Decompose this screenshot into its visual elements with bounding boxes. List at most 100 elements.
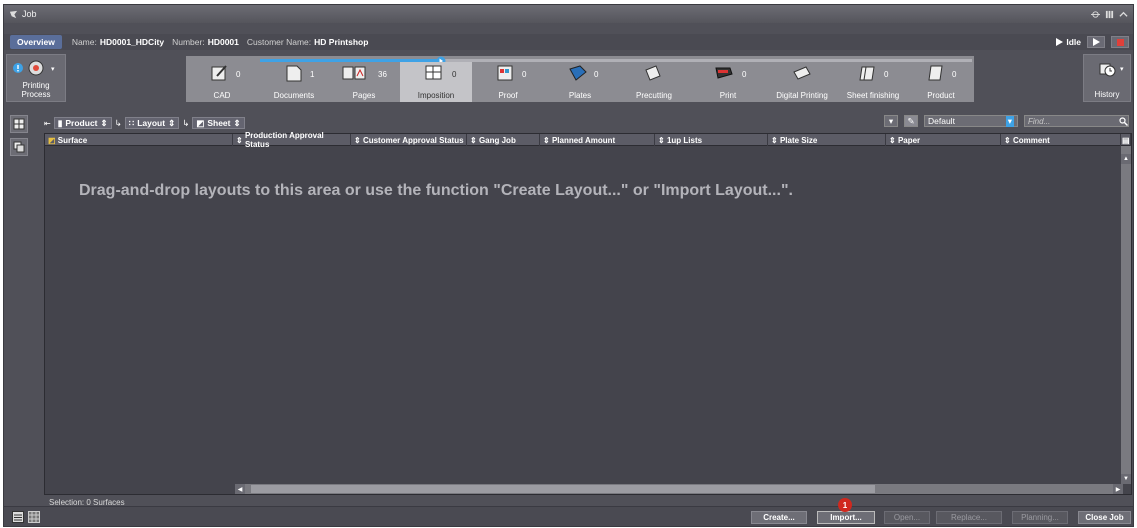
title-bar: Job [4,5,1133,23]
scroll-up-icon[interactable]: ▲ [1121,154,1131,164]
step-plates[interactable]: 0 Plates [544,62,616,102]
column-label: Plate Size [779,135,818,145]
group-sheet[interactable]: ◩ Sheet ⇕ [192,117,245,129]
column-header-plate-size[interactable]: ⇕ Plate Size [768,134,886,146]
step-count: 1 [310,70,315,79]
step-label: Precutting [635,91,673,100]
step-label: Proof [498,91,518,100]
sort-arrows-icon: ⇕ [470,135,477,145]
filter-edit-button[interactable]: ✎ [904,115,918,127]
sort-arrows-icon: ⇕ [771,135,778,145]
column-label: Planned Amount [551,135,616,145]
customer-label: Customer Name: [246,37,312,47]
replace-button[interactable]: Replace... [936,511,1002,524]
sort-arrows-icon: ⇕ [236,135,243,145]
stop-icon [1116,38,1124,46]
step-digital-printing[interactable]: Digital Printing [766,62,838,102]
column-header-1up-lists[interactable]: ⇕ 1up Lists [655,134,768,146]
history-icon [1099,63,1116,77]
name-label: Name: [71,37,97,47]
start-button[interactable] [1087,36,1105,48]
empty-table-message: Drag-and-drop layouts to this area or us… [79,182,793,199]
step-cad[interactable]: 0 CAD [186,62,258,102]
horizontal-scrollbar[interactable]: ◀ ▶ [235,484,1123,494]
filter-dropdown-button[interactable]: ▾ [884,115,898,127]
column-header-surface[interactable]: ◩ Surface [45,134,233,146]
job-name-value: HD0001_HDCity [99,37,165,47]
network-icon[interactable] [1091,10,1100,19]
group-layout[interactable]: ∷ Layout ⇕ [124,117,180,129]
step-label: Product [927,91,955,100]
scroll-left-icon[interactable]: ◀ [235,484,245,494]
column-header-paper[interactable]: ⇕ Paper [886,134,1001,146]
workflow-steps: 0 CAD 1 Documents 36 Pages 0 Imposition … [186,56,974,102]
horizontal-scroll-thumb[interactable] [251,485,875,493]
create-button[interactable]: Create... [751,511,807,524]
column-label: Surface [57,135,88,145]
filter-bar: ▾ ✎ Default ▾ Find... [884,115,1129,127]
dropdown-arrow-icon: ▾ [1120,66,1124,73]
column-chooser-button[interactable]: ▤ [1121,134,1131,146]
open-button[interactable]: Open... [884,511,930,524]
window-title: Job [22,9,37,19]
layout-view-icon [13,141,25,153]
sort-arrows-icon: ⇕ [233,117,241,128]
history-button[interactable]: ▾ History [1083,54,1131,102]
step-sheet-finishing[interactable]: 0 Sheet finishing [840,62,906,102]
find-input[interactable]: Find... [1024,115,1129,127]
info-icon [13,63,23,73]
column-header-production-approval[interactable]: ⇕ Production Approval Status [233,131,351,149]
left-toolbar [10,115,30,161]
layout-view-button[interactable] [10,138,28,156]
sort-arrows-icon: ⇕ [168,117,176,128]
columns-icon[interactable] [1105,10,1114,19]
column-header-planned-amount[interactable]: ⇕ Planned Amount [540,134,655,146]
column-label: 1up Lists [666,135,703,145]
step-count: 36 [378,70,387,79]
product-group-icon: ▮ [57,117,63,128]
printing-process-label: Printing Process [21,81,51,99]
step-pages[interactable]: 36 Pages [330,62,398,102]
list-view-icon[interactable] [12,511,24,523]
step-precutting[interactable]: Precutting [618,62,690,102]
column-label: Comment [1012,135,1050,145]
grid-view-icon[interactable] [28,511,40,523]
step-label: CAD [213,91,231,100]
column-header-comment[interactable]: ⇕ Comment [1001,134,1121,146]
sheet-finishing-icon [859,66,875,81]
dropdown-arrow-icon: ▾ [51,66,55,73]
scroll-down-icon[interactable]: ▼ [1121,474,1131,484]
printing-process-button[interactable]: ▾ Printing Process [6,54,66,102]
planning-button[interactable]: Planning... [1012,511,1068,524]
collapse-icon[interactable]: ⇤ [44,119,51,128]
step-documents[interactable]: 1 Documents [260,62,328,102]
plates-icon [569,65,587,81]
column-header-customer-approval[interactable]: ⇕ Customer Approval Status [351,134,467,146]
chevron-down-icon: ▾ [1005,115,1014,127]
play-icon [1092,38,1100,46]
scroll-right-icon[interactable]: ▶ [1113,484,1123,494]
step-count: 0 [742,70,747,79]
step-imposition[interactable]: 0 Imposition [400,62,472,102]
sort-arrows-icon: ⇕ [658,135,665,145]
preset-select[interactable]: Default ▾ [924,115,1018,127]
sort-arrows-icon: ⇕ [100,117,108,128]
close-job-button[interactable]: Close Job [1078,511,1131,524]
step-number-badge: 1 [838,498,852,512]
vertical-scrollbar[interactable]: ▲ ▼ [1121,146,1131,484]
overview-tab[interactable]: Overview [10,35,62,49]
column-header-gang-job[interactable]: ⇕ Gang Job [467,134,540,146]
link-icon[interactable] [1119,10,1128,19]
import-button[interactable]: Import... [817,511,875,524]
surface-view-button[interactable] [10,115,28,133]
precutting-icon [645,65,661,81]
step-product[interactable]: 0 Product [908,62,974,102]
printing-process-icon [28,60,44,76]
stop-button[interactable] [1111,36,1129,48]
step-print[interactable]: 0 Print [692,62,764,102]
step-label: Digital Printing [776,91,828,100]
cad-icon [211,65,227,81]
step-label: Imposition [417,91,455,100]
group-product[interactable]: ▮ Product ⇕ [53,117,112,129]
step-proof[interactable]: 0 Proof [474,62,542,102]
